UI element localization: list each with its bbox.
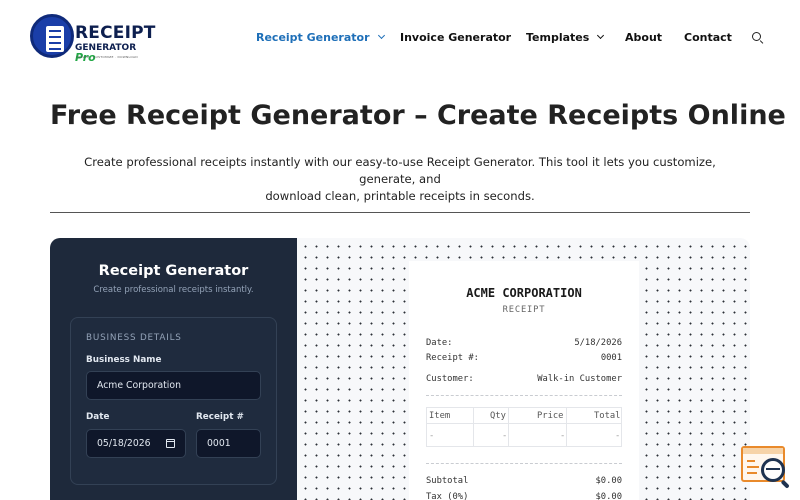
receipt-items-table: Item Qty Price Total - - - -: [426, 407, 622, 447]
date-input[interactable]: 05/18/2026: [86, 429, 186, 458]
business-name-input[interactable]: Acme Corporation: [86, 371, 261, 400]
generator-panel: Receipt Generator Create professional re…: [50, 238, 750, 500]
nav-invoice-generator[interactable]: Invoice Generator: [400, 31, 511, 45]
chevron-down-icon: [597, 31, 605, 40]
business-details-card: BUSINESS DETAILS Business Name Acme Corp…: [70, 317, 277, 485]
receipt-dashed-divider: [426, 463, 622, 464]
chevron-down-icon: [377, 31, 385, 40]
table-row: - - - -: [429, 431, 621, 441]
section-label: BUSINESS DETAILS: [86, 333, 182, 343]
receipt-tax-row: Tax (0%) $0.00: [426, 492, 622, 500]
receipt-preview-area: ACME CORPORATION RECEIPT Date: 5/18/2026…: [297, 238, 750, 500]
receipt-number-label: Receipt #: [196, 412, 244, 422]
divider: [50, 212, 750, 213]
generator-subtitle: Create professional receipts instantly.: [93, 285, 254, 295]
logo-title: RECEIPT: [75, 23, 156, 43]
receipt-dashed-divider: [426, 395, 622, 396]
logo-tagline: CREATE · CUSTOMIZE · DOWNLOAD: [76, 55, 138, 59]
generator-title: Receipt Generator: [98, 263, 249, 279]
nav-contact[interactable]: Contact: [684, 31, 732, 45]
receipt-table-header: Item Qty Price Total: [427, 408, 621, 424]
page-title: Free Receipt Generator – Create Receipts…: [50, 100, 786, 131]
generator-form-panel: Receipt Generator Create professional re…: [50, 238, 297, 500]
calendar-icon[interactable]: [166, 439, 175, 448]
receipt-number-input[interactable]: 0001: [196, 429, 261, 458]
receipt-subtotal-row: Subtotal $0.00: [426, 476, 622, 486]
search-icon[interactable]: [752, 32, 764, 45]
receipt-paper: ACME CORPORATION RECEIPT Date: 5/18/2026…: [409, 261, 639, 500]
logo-subtitle: GENERATOR Pro: [75, 43, 137, 64]
site-header: RECEIPT GENERATOR Pro CREATE · CUSTOMIZE…: [0, 0, 800, 78]
nav-about[interactable]: About: [625, 31, 662, 45]
code-search-widget-icon[interactable]: [741, 446, 791, 489]
receipt-date-row: Date: 5/18/2026: [426, 338, 622, 348]
intro-text: Create professional receipts instantly w…: [84, 155, 716, 203]
business-name-label: Business Name: [86, 355, 162, 365]
date-label: Date: [86, 412, 110, 422]
site-logo[interactable]: RECEIPT GENERATOR Pro CREATE · CUSTOMIZE…: [30, 14, 155, 64]
receipt-number-row: Receipt #: 0001: [426, 353, 622, 363]
receipt-logo-icon: [30, 14, 74, 58]
nav-receipt-generator[interactable]: Receipt Generator: [256, 31, 385, 45]
receipt-heading: RECEIPT: [502, 305, 546, 315]
receipt-customer-row: Customer: Walk-in Customer: [426, 374, 622, 384]
nav-templates[interactable]: Templates: [526, 31, 605, 45]
receipt-business-name: ACME CORPORATION: [466, 286, 582, 300]
